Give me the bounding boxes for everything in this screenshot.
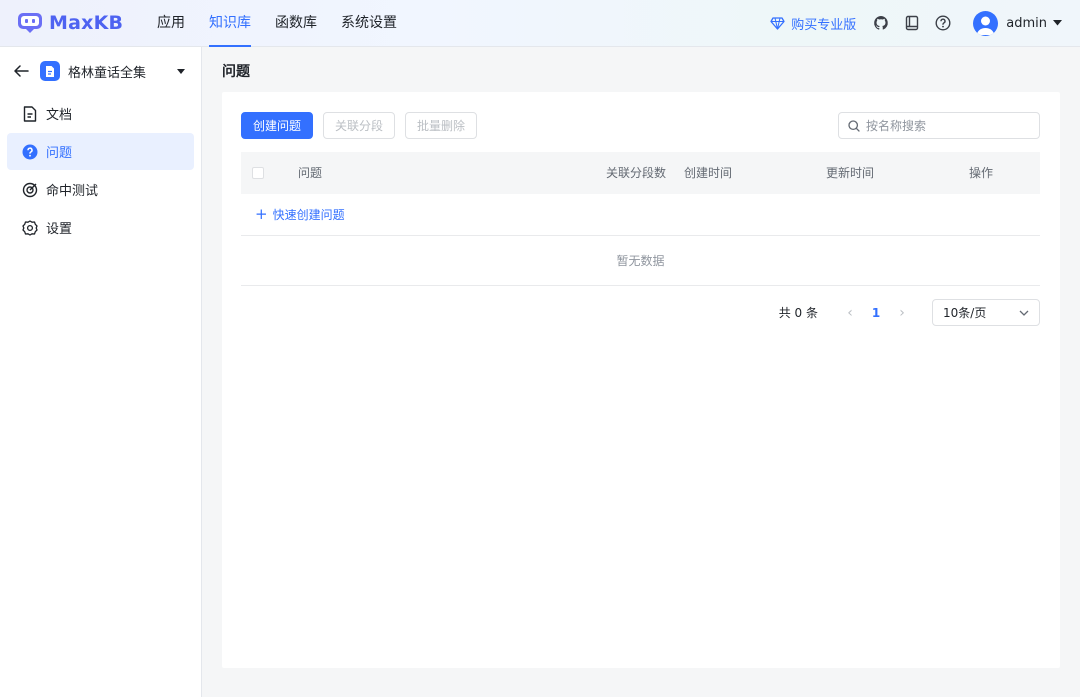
link-segments-button[interactable]: 关联分段 (323, 112, 396, 139)
kb-dropdown-caret-icon[interactable] (177, 68, 185, 74)
nav-knowledge-base[interactable]: 知识库 (209, 0, 251, 47)
caret-down-icon (1053, 20, 1062, 26)
toolbar: 创建问题 关联分段 批量删除 (241, 112, 487, 139)
column-actions: 操作 (969, 166, 994, 180)
quick-create-label: 快速创建问题 (272, 208, 345, 222)
logo[interactable]: MaxKB (17, 12, 157, 34)
nav-system-settings[interactable]: 系统设置 (341, 0, 397, 47)
document-icon (22, 105, 38, 122)
target-icon (22, 182, 38, 198)
empty-state: 暂无数据 (241, 236, 1040, 286)
table-header: 问题 关联分段数 创建时间 更新时间 操作 (241, 152, 1040, 194)
page-size-value: 10条/页 (943, 306, 987, 320)
sidebar-item-label: 问题 (46, 146, 73, 161)
pagination: 共 0 条 ‹ 1 › 10条/页 (779, 299, 1040, 326)
question-icon (22, 144, 38, 160)
column-created-time: 创建时间 (684, 166, 733, 180)
kb-file-icon (40, 61, 60, 81)
sidebar-item-label: 设置 (46, 222, 73, 237)
nav-apps[interactable]: 应用 (157, 0, 185, 47)
search-icon (848, 119, 860, 132)
sidebar-item-label: 文档 (46, 108, 73, 123)
top-header: MaxKB 应用 知识库 函数库 系统设置 购买专业版 admin (0, 0, 1080, 47)
search-box (838, 112, 1040, 139)
logo-text: MaxKB (49, 12, 124, 34)
sidebar-item-hit-test[interactable]: 命中测试 (7, 171, 194, 208)
search-input[interactable] (866, 118, 1026, 133)
nav-functions[interactable]: 函数库 (275, 0, 317, 47)
sidebar-item-label: 命中测试 (46, 184, 99, 199)
diamond-icon (770, 16, 785, 30)
page-size-select[interactable]: 10条/页 (932, 299, 1040, 326)
prev-page-icon[interactable]: ‹ (840, 305, 860, 321)
github-icon[interactable] (872, 14, 890, 32)
page-title: 问题 (222, 64, 250, 80)
select-all-checkbox[interactable] (252, 167, 264, 179)
sidebar-item-settings[interactable]: 设置 (7, 209, 194, 246)
kb-selector: 格林童话全集 (0, 47, 201, 95)
gear-icon (22, 219, 38, 236)
user-menu[interactable]: admin (973, 10, 1062, 36)
sidebar: 格林童话全集 文档 问题 命中测试 设置 (0, 47, 202, 697)
back-arrow-icon[interactable] (14, 63, 30, 79)
kb-name: 格林童话全集 (68, 65, 147, 81)
batch-delete-button[interactable]: 批量删除 (405, 112, 478, 139)
buy-pro-label: 购买专业版 (791, 17, 857, 33)
column-linked-segments: 关联分段数 (606, 166, 667, 180)
questions-table: 问题 关联分段数 创建时间 更新时间 操作 + 快速创建问题 暂无数据 (241, 152, 1040, 286)
book-icon[interactable] (903, 14, 921, 32)
buy-pro-link[interactable]: 购买专业版 (770, 14, 856, 33)
user-name: admin (1006, 15, 1047, 31)
pagination-total: 共 0 条 (778, 306, 818, 320)
sidebar-item-questions[interactable]: 问题 (7, 133, 194, 170)
column-question: 问题 (298, 166, 323, 180)
create-question-button[interactable]: 创建问题 (241, 112, 314, 139)
robot-logo-icon (18, 13, 42, 33)
main-nav: 应用 知识库 函数库 系统设置 (157, 0, 421, 47)
questions-card: 创建问题 关联分段 批量删除 问题 关联分段数 创建时间 更新时间 操作 + 快… (222, 92, 1060, 668)
header-actions: 购买专业版 admin (770, 10, 1062, 36)
sidebar-menu: 文档 问题 命中测试 设置 (0, 95, 201, 246)
sidebar-item-documents[interactable]: 文档 (7, 95, 194, 132)
avatar (973, 10, 999, 36)
help-icon[interactable] (934, 14, 952, 32)
column-updated-time: 更新时间 (826, 166, 875, 180)
plus-icon: + (255, 205, 268, 223)
next-page-icon[interactable]: › (892, 305, 912, 321)
chevron-down-icon (1019, 310, 1029, 316)
page-number[interactable]: 1 (864, 306, 888, 320)
quick-create-question[interactable]: + 快速创建问题 (241, 194, 1040, 236)
